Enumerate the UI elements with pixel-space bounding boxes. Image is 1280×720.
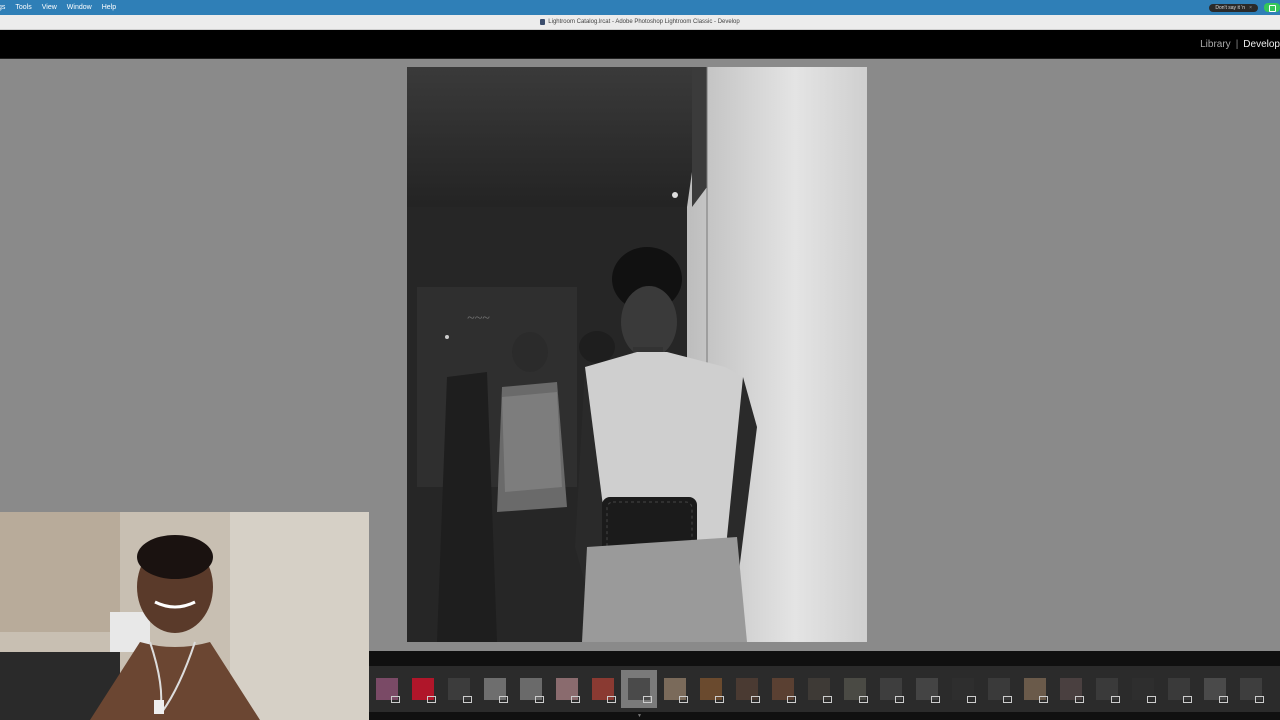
- filmstrip-thumbnail[interactable]: [693, 670, 729, 708]
- filmstrip-thumbnail[interactable]: [477, 670, 513, 708]
- menu-bar: gs Tools View Window Help Don't say it '…: [0, 0, 1280, 15]
- filmstrip-thumbnail[interactable]: [1125, 670, 1161, 708]
- filmstrip-thumbnail[interactable]: [549, 670, 585, 708]
- menu-item-tools[interactable]: Tools: [15, 4, 31, 11]
- window-title-bar: Lightroom Catalog.lrcat - Adobe Photosho…: [0, 15, 1280, 30]
- edited-badge-icon: [1039, 696, 1048, 703]
- now-playing-label: Don't say it 'n: [1215, 4, 1246, 11]
- svg-text:~~~: ~~~: [467, 311, 490, 326]
- edited-badge-icon: [499, 696, 508, 703]
- edited-badge-icon: [1147, 696, 1156, 703]
- edited-badge-icon: [895, 696, 904, 703]
- filmstrip-thumbnail[interactable]: [513, 670, 549, 708]
- collapse-filmstrip-icon[interactable]: ▼: [637, 713, 642, 719]
- menu-item-view[interactable]: View: [42, 4, 57, 11]
- facetime-icon[interactable]: [1264, 3, 1280, 12]
- filmstrip-thumbnail[interactable]: [1197, 670, 1233, 708]
- main-photo-preview[interactable]: ~~~: [407, 67, 867, 642]
- filmstrip-thumbnail[interactable]: [729, 670, 765, 708]
- now-playing-pill[interactable]: Don't say it 'n ×: [1209, 3, 1258, 12]
- edited-badge-icon: [823, 696, 832, 703]
- webcam-image: [0, 512, 369, 720]
- menubar-status-area: Don't say it 'n ×: [1209, 0, 1280, 15]
- menu-item-window[interactable]: Window: [67, 4, 92, 11]
- menu-item-settings[interactable]: gs: [0, 4, 5, 11]
- module-tabs: Library | Develop: [1200, 30, 1280, 58]
- filmstrip-thumbnail[interactable]: [837, 670, 873, 708]
- filmstrip-thumbnail[interactable]: [1089, 670, 1125, 708]
- filmstrip: [369, 651, 1280, 720]
- filmstrip-thumbnail[interactable]: [1233, 670, 1269, 708]
- filmstrip-thumbnail[interactable]: [1053, 670, 1089, 708]
- edited-badge-icon: [643, 696, 652, 703]
- filmstrip-thumbnails: [369, 666, 1280, 712]
- filmstrip-thumbnail[interactable]: [1161, 670, 1197, 708]
- tab-develop[interactable]: Develop: [1243, 39, 1280, 50]
- edited-badge-icon: [1075, 696, 1084, 703]
- webcam-overlay: [0, 512, 369, 720]
- edited-badge-icon: [571, 696, 580, 703]
- menu-item-help[interactable]: Help: [102, 4, 116, 11]
- edited-badge-icon: [535, 696, 544, 703]
- filmstrip-thumbnail[interactable]: [585, 670, 621, 708]
- close-icon[interactable]: ×: [1249, 5, 1252, 11]
- edited-badge-icon: [679, 696, 688, 703]
- edited-badge-icon: [1219, 696, 1228, 703]
- filmstrip-thumbnail[interactable]: [801, 670, 837, 708]
- filmstrip-thumbnail[interactable]: [405, 670, 441, 708]
- module-picker: Library | Develop: [0, 30, 1280, 59]
- filmstrip-thumbnail[interactable]: [621, 670, 657, 708]
- filmstrip-thumbnail[interactable]: [657, 670, 693, 708]
- edited-badge-icon: [787, 696, 796, 703]
- edited-badge-icon: [1255, 696, 1264, 703]
- edited-badge-icon: [463, 696, 472, 703]
- edited-badge-icon: [859, 696, 868, 703]
- edited-badge-icon: [967, 696, 976, 703]
- filmstrip-thumbnail[interactable]: [1017, 670, 1053, 708]
- document-icon: [540, 19, 546, 25]
- app-menus: gs Tools View Window Help: [0, 0, 116, 15]
- filmstrip-thumbnail[interactable]: [765, 670, 801, 708]
- edited-badge-icon: [607, 696, 616, 703]
- filmstrip-thumbnail[interactable]: [441, 670, 477, 708]
- filmstrip-thumbnail[interactable]: [369, 670, 405, 708]
- filmstrip-thumbnail[interactable]: [981, 670, 1017, 708]
- photo-image: ~~~: [407, 67, 867, 642]
- edited-badge-icon: [427, 696, 436, 703]
- filmstrip-thumbnail[interactable]: [873, 670, 909, 708]
- edited-badge-icon: [715, 696, 724, 703]
- edited-badge-icon: [751, 696, 760, 703]
- edited-badge-icon: [1003, 696, 1012, 703]
- edited-badge-icon: [391, 696, 400, 703]
- window-title: Lightroom Catalog.lrcat - Adobe Photosho…: [548, 19, 740, 25]
- edited-badge-icon: [1111, 696, 1120, 703]
- edited-badge-icon: [1183, 696, 1192, 703]
- filmstrip-thumbnail[interactable]: [945, 670, 981, 708]
- edited-badge-icon: [931, 696, 940, 703]
- tab-library[interactable]: Library: [1200, 39, 1231, 50]
- filmstrip-thumbnail[interactable]: [909, 670, 945, 708]
- module-separator: |: [1235, 38, 1239, 50]
